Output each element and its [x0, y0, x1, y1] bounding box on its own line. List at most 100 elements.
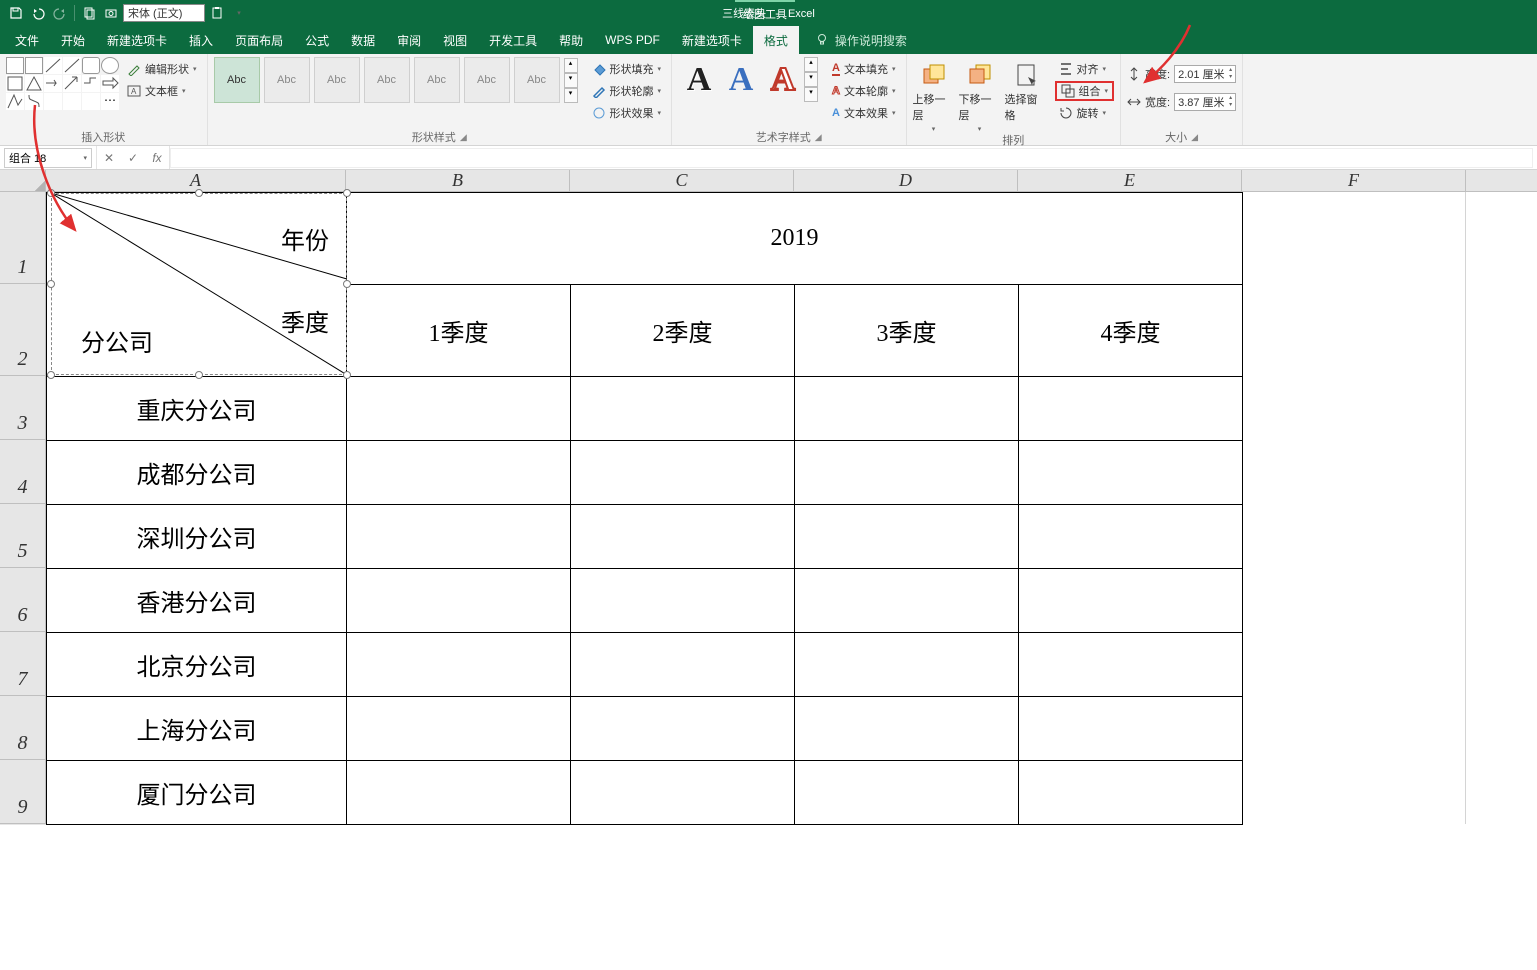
wordart-preset-1[interactable]: A: [678, 59, 720, 101]
undo-icon[interactable]: [28, 3, 48, 23]
cell[interactable]: [1019, 441, 1243, 505]
col-header-e[interactable]: E: [1018, 170, 1242, 191]
cell-grid[interactable]: 2019 1季度 2季度 3季度 4季度 重庆分公司 成都分公司 深圳分公司 香…: [46, 192, 1243, 825]
tab-home[interactable]: 开始: [50, 26, 96, 54]
cell[interactable]: [795, 697, 1019, 761]
row-header-7[interactable]: 7: [0, 632, 46, 696]
row-header-4[interactable]: 4: [0, 440, 46, 504]
paste-icon[interactable]: [207, 3, 227, 23]
cell[interactable]: [795, 441, 1019, 505]
row-header-3[interactable]: 3: [0, 376, 46, 440]
style-thumb-4[interactable]: Abc: [364, 57, 410, 103]
cell[interactable]: [347, 697, 571, 761]
row-header-8[interactable]: 8: [0, 696, 46, 760]
cell[interactable]: [1019, 377, 1243, 441]
cancel-formula-icon[interactable]: ✕: [97, 146, 121, 169]
cell[interactable]: [1019, 505, 1243, 569]
cell[interactable]: [571, 633, 795, 697]
wordart-spinner[interactable]: ▴▾▾: [804, 57, 818, 102]
redo-icon[interactable]: [50, 3, 70, 23]
copy-icon[interactable]: [79, 3, 99, 23]
row-header-2[interactable]: 2: [0, 284, 46, 376]
cell-q4[interactable]: 4季度: [1019, 285, 1243, 377]
style-thumb-6[interactable]: Abc: [464, 57, 510, 103]
cell[interactable]: [1019, 761, 1243, 825]
fx-icon[interactable]: fx: [145, 146, 169, 169]
cell-branch[interactable]: 成都分公司: [47, 441, 347, 505]
width-input[interactable]: 3.87 厘米 ▴▾: [1174, 93, 1236, 111]
tab-layout[interactable]: 页面布局: [224, 26, 294, 54]
col-header-c[interactable]: C: [570, 170, 794, 191]
dialog-launcher-icon[interactable]: ◢: [1191, 132, 1198, 143]
tab-data[interactable]: 数据: [340, 26, 386, 54]
cell[interactable]: [1019, 633, 1243, 697]
text-outline-button[interactable]: A 文本轮廓▾: [828, 81, 899, 101]
cell[interactable]: [347, 505, 571, 569]
cell[interactable]: [795, 377, 1019, 441]
send-backward-button[interactable]: 下移一层 ▾: [959, 57, 1001, 133]
rotate-button[interactable]: 旋转▾: [1055, 103, 1115, 123]
style-thumb-5[interactable]: Abc: [414, 57, 460, 103]
cell[interactable]: [571, 441, 795, 505]
save-icon[interactable]: [6, 3, 26, 23]
tab-formula[interactable]: 公式: [294, 26, 340, 54]
tell-me-search[interactable]: 操作说明搜索: [799, 26, 907, 54]
align-button[interactable]: 对齐▾: [1055, 59, 1115, 79]
tab-view[interactable]: 视图: [432, 26, 478, 54]
group-button[interactable]: 组合▾: [1055, 81, 1115, 101]
bring-forward-button[interactable]: 上移一层 ▾: [913, 57, 955, 133]
formula-input[interactable]: [170, 148, 1533, 168]
style-thumb-1[interactable]: Abc: [214, 57, 260, 103]
text-fill-button[interactable]: A 文本填充▾: [828, 59, 899, 79]
tab-insert[interactable]: 插入: [178, 26, 224, 54]
cell-branch[interactable]: 重庆分公司: [47, 377, 347, 441]
text-effects-button[interactable]: A 文本效果▾: [828, 103, 899, 123]
dialog-launcher-icon[interactable]: ◢: [460, 132, 467, 143]
camera-icon[interactable]: [101, 3, 121, 23]
cell[interactable]: [347, 441, 571, 505]
tab-new2[interactable]: 新建选项卡: [671, 26, 753, 54]
selection-pane-button[interactable]: 选择窗格: [1005, 57, 1047, 123]
shape-outline-button[interactable]: 形状轮廓▾: [588, 81, 666, 101]
style-thumb-2[interactable]: Abc: [264, 57, 310, 103]
shape-fill-button[interactable]: 形状填充▾: [588, 59, 666, 79]
style-thumb-3[interactable]: Abc: [314, 57, 360, 103]
select-all-cell[interactable]: [0, 170, 46, 191]
tab-new[interactable]: 新建选项卡: [96, 26, 178, 54]
qat-font-name[interactable]: 宋体 (正文): [123, 4, 205, 22]
tab-review[interactable]: 审阅: [386, 26, 432, 54]
cell[interactable]: [347, 633, 571, 697]
row-header-1[interactable]: 1: [0, 192, 46, 284]
col-header-b[interactable]: B: [346, 170, 570, 191]
col-header-a[interactable]: A: [46, 170, 346, 191]
cell-q3[interactable]: 3季度: [795, 285, 1019, 377]
cell-branch[interactable]: 厦门分公司: [47, 761, 347, 825]
tab-file[interactable]: 文件: [4, 26, 50, 54]
tab-dev[interactable]: 开发工具: [478, 26, 548, 54]
col-header-d[interactable]: D: [794, 170, 1018, 191]
tab-format[interactable]: 格式: [753, 26, 799, 54]
shape-style-gallery[interactable]: Abc Abc Abc Abc Abc Abc Abc ▴▾▾: [214, 57, 578, 103]
wordart-preset-2[interactable]: A: [720, 59, 762, 101]
col-f-area[interactable]: [1242, 192, 1466, 824]
name-box[interactable]: 组合 18 ▾: [4, 148, 92, 168]
cell[interactable]: [1019, 569, 1243, 633]
shape-gallery[interactable]: ⋯: [6, 57, 119, 110]
cell[interactable]: [1019, 697, 1243, 761]
cell-q1[interactable]: 1季度: [347, 285, 571, 377]
cell[interactable]: [571, 377, 795, 441]
cell[interactable]: [795, 569, 1019, 633]
tab-help[interactable]: 帮助: [548, 26, 594, 54]
text-box-button[interactable]: A 文本框▾: [123, 81, 201, 101]
height-input[interactable]: 2.01 厘米 ▴▾: [1174, 65, 1236, 83]
row-header-5[interactable]: 5: [0, 504, 46, 568]
cell-branch[interactable]: 上海分公司: [47, 697, 347, 761]
cell[interactable]: [571, 697, 795, 761]
cell[interactable]: [795, 633, 1019, 697]
cell-branch[interactable]: 香港分公司: [47, 569, 347, 633]
cell[interactable]: [347, 377, 571, 441]
cell[interactable]: [347, 569, 571, 633]
cell-branch[interactable]: 北京分公司: [47, 633, 347, 697]
cell[interactable]: [347, 761, 571, 825]
cell[interactable]: [571, 505, 795, 569]
